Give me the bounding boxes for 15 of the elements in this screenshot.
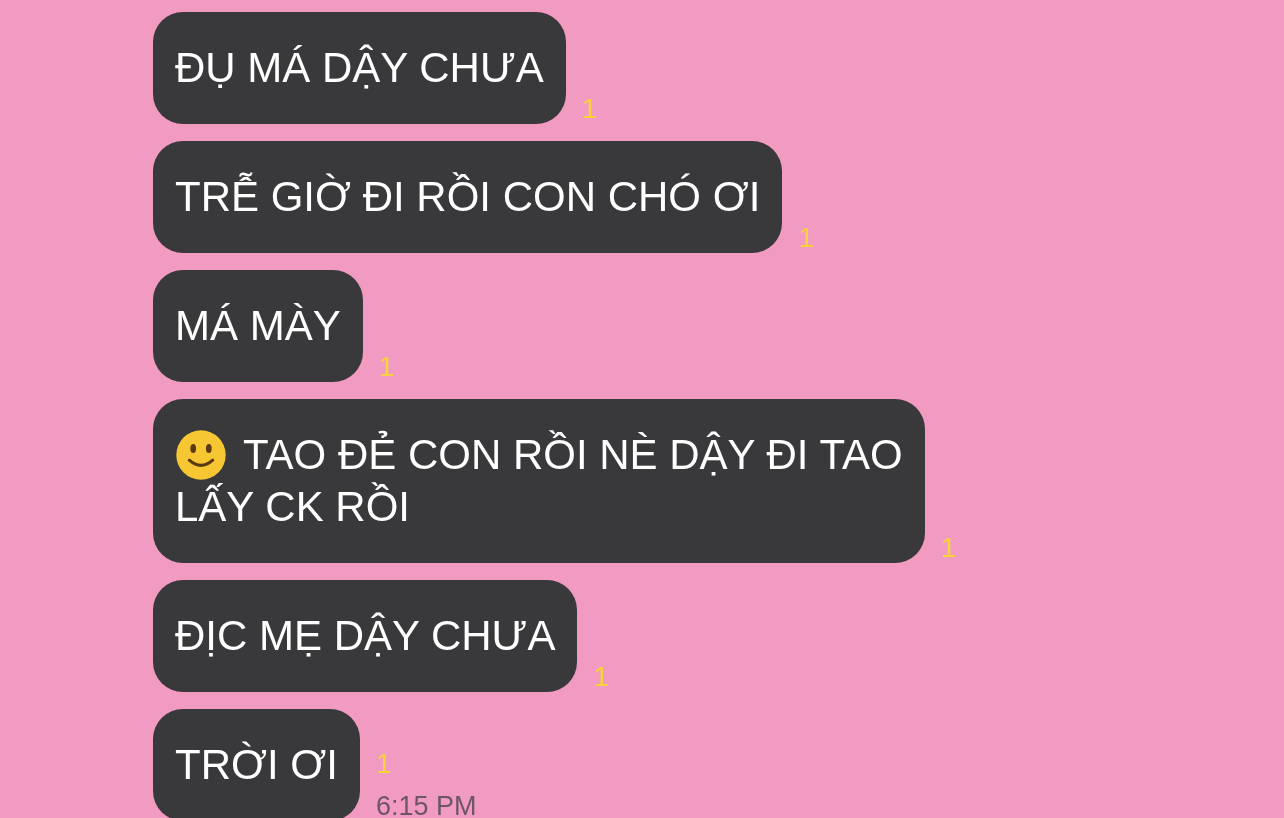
message-text: ĐỤ MÁ DẬY CHƯA — [175, 43, 544, 93]
message-text: MÁ MÀY — [175, 301, 341, 351]
unread-count: 1 — [581, 94, 598, 124]
message-text: ĐỊC MẸ DẬY CHƯA — [175, 611, 556, 661]
message-text: TAO ĐẺ CON RỒI NÈ DẬY ĐI TAO — [243, 429, 903, 480]
unread-count: 1 — [593, 662, 610, 692]
unread-count: 1 — [376, 749, 392, 779]
smiley-icon — [175, 429, 227, 481]
unread-count: 1 — [798, 223, 814, 253]
message-time: 6:15 PM — [376, 791, 477, 818]
message-text: LẤY CK RỒI — [175, 481, 410, 532]
unread-count: 1 — [940, 533, 957, 563]
message-text: TRỄ GIỜ ĐI RỒI CON CHÓ ƠI — [175, 171, 761, 222]
message-text: TRỜI ƠI — [175, 740, 339, 790]
unread-count: 1 — [378, 352, 395, 382]
